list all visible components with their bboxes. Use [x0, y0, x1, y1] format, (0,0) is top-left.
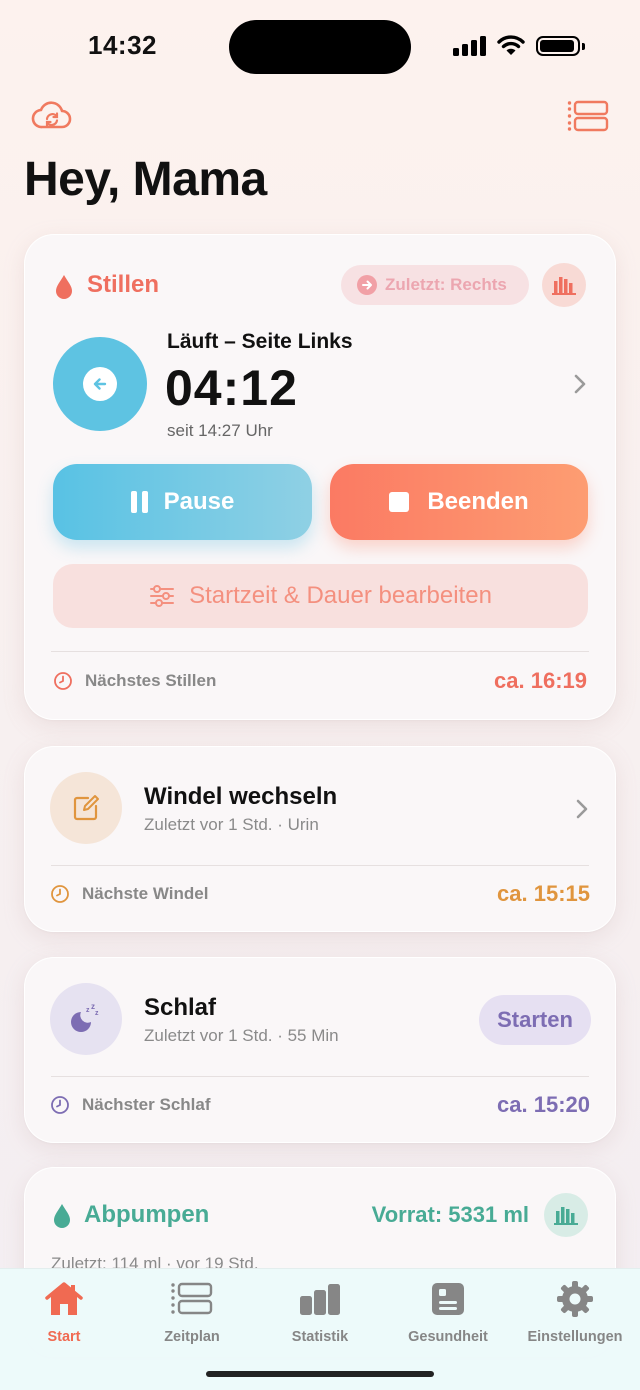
tab-label: Gesundheit [408, 1329, 488, 1345]
diaper-card[interactable]: Windel wechseln Zuletzt vor 1 Std. · Uri… [24, 746, 616, 932]
nursing-timer: 04:12 [165, 360, 298, 416]
svg-text:z: z [95, 1010, 99, 1017]
chevron-right-icon[interactable] [575, 798, 589, 820]
pause-label: Pause [163, 488, 235, 515]
tab-start[interactable]: Start [0, 1279, 128, 1345]
next-diaper-time: ca. 15:15 [497, 881, 590, 906]
nursing-title: Stillen [87, 271, 160, 298]
arrow-left-icon [83, 367, 117, 401]
last-side-label: Zuletzt: Rechts [385, 275, 507, 294]
clock-icon [51, 1096, 69, 1114]
dynamic-island [229, 20, 411, 74]
battery-icon [536, 36, 585, 56]
sliders-icon [150, 585, 175, 607]
clock-icon [51, 885, 69, 903]
pumping-stats-button[interactable] [544, 1193, 588, 1237]
status-time: 14:32 [88, 30, 157, 60]
gear-icon [553, 1279, 597, 1319]
running-label: Läuft – Seite Links [167, 330, 353, 353]
end-button[interactable]: Beenden [330, 464, 588, 540]
divider [51, 651, 589, 652]
clock-icon [54, 672, 72, 690]
nursing-stats-button[interactable] [542, 263, 586, 307]
end-label: Beenden [427, 488, 529, 515]
tab-label: Start [47, 1329, 81, 1345]
home-indicator [206, 1371, 434, 1377]
next-feeding-time: ca. 16:19 [494, 668, 587, 693]
cellular-signal-icon [453, 36, 487, 56]
tab-gesundheit[interactable]: Gesundheit [384, 1279, 512, 1345]
milk-stock: Vorrat: 5331 ml [371, 1202, 529, 1227]
diaper-title: Windel wechseln [144, 783, 338, 810]
bar-chart-icon [298, 1279, 342, 1319]
sleep-last-info: Zuletzt vor 1 Std. · 55 Min [144, 1026, 339, 1045]
diaper-last-info: Zuletzt vor 1 Std. · Urin [144, 815, 319, 834]
pause-button[interactable]: Pause [53, 464, 312, 540]
schedule-icon [170, 1279, 214, 1319]
house-icon [42, 1279, 86, 1319]
chevron-right-icon[interactable] [573, 373, 587, 395]
pumping-title: Abpumpen [84, 1201, 210, 1228]
edit-label: Startzeit & Dauer bearbeiten [189, 582, 492, 609]
nursing-card: Stillen Zuletzt: Rechts Läuft – Seite Li… [24, 234, 616, 720]
tab-label: Zeitplan [164, 1329, 220, 1345]
tab-statistik[interactable]: Statistik [256, 1279, 384, 1345]
wifi-icon [497, 35, 525, 55]
moon-zzz-icon: z z z [50, 983, 122, 1055]
sleep-title: Schlaf [144, 994, 217, 1021]
sleep-card[interactable]: z z z Schlaf Zuletzt vor 1 Std. · 55 Min… [24, 957, 616, 1143]
tab-zeitplan[interactable]: Zeitplan [128, 1279, 256, 1345]
start-sleep-button[interactable]: Starten [479, 995, 591, 1045]
tab-label: Einstellungen [527, 1329, 623, 1345]
divider [51, 865, 589, 866]
drop-icon [56, 275, 72, 299]
health-record-icon [426, 1279, 470, 1319]
divider [51, 1076, 589, 1077]
next-sleep-time: ca. 15:20 [497, 1092, 590, 1117]
cloud-sync-icon[interactable] [30, 94, 74, 138]
bar-chart-icon [552, 277, 576, 295]
next-diaper-label: Nächste Windel [82, 884, 209, 903]
schedule-list-icon[interactable] [566, 94, 610, 138]
next-sleep-label: Nächster Schlaf [82, 1095, 211, 1114]
start-time: seit 14:27 Uhr [167, 421, 273, 440]
stop-icon [389, 492, 410, 512]
next-feeding-label: Nächstes Stillen [85, 671, 217, 690]
bar-chart-icon [554, 1207, 578, 1225]
edit-note-icon [50, 772, 122, 844]
tab-label: Statistik [291, 1329, 349, 1345]
side-indicator[interactable] [53, 337, 147, 431]
status-bar: 14:32 [0, 0, 640, 92]
svg-text:z: z [86, 1007, 90, 1014]
page-title: Hey, Mama [24, 153, 267, 206]
tab-einstellungen[interactable]: Einstellungen [511, 1279, 639, 1345]
drop-icon [54, 1204, 70, 1228]
pause-icon [130, 491, 148, 513]
last-side-chip: Zuletzt: Rechts [341, 265, 529, 305]
arrow-right-circle-icon [357, 275, 377, 295]
edit-start-duration-button[interactable]: Startzeit & Dauer bearbeiten [53, 564, 588, 628]
